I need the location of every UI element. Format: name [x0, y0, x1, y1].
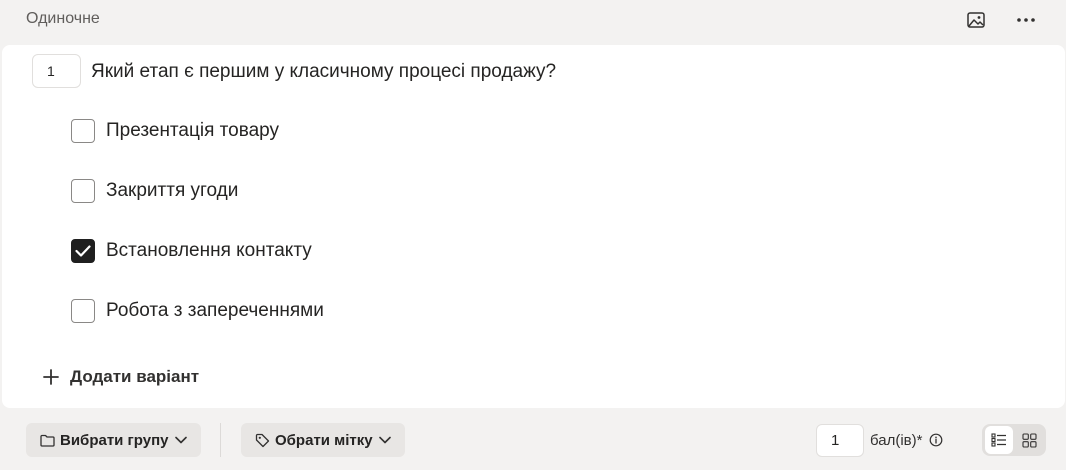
select-tag-button[interactable]: Обрати мітку	[241, 423, 405, 457]
question-header: Одиночне	[0, 0, 1066, 40]
footer-divider	[220, 423, 221, 457]
question-card: 1 Який етап є першим у класичному процес…	[2, 45, 1065, 408]
option-checkbox[interactable]	[71, 179, 95, 203]
image-icon[interactable]	[965, 9, 987, 31]
tag-icon	[255, 433, 270, 447]
select-group-button[interactable]: Вибрати групу	[26, 423, 201, 457]
more-options-icon[interactable]	[1015, 9, 1037, 31]
chevron-down-icon	[174, 436, 187, 444]
select-group-label: Вибрати групу	[60, 431, 169, 449]
view-toggle	[982, 424, 1046, 456]
checkmark-icon	[75, 245, 91, 257]
plus-icon	[43, 369, 59, 385]
add-option-button[interactable]: Додати варіант	[42, 367, 199, 387]
question-type-label: Одиночне	[26, 10, 100, 27]
option-1[interactable]: Презентація товару	[71, 118, 279, 144]
list-view-icon	[991, 433, 1006, 447]
grid-view-button[interactable]	[1015, 426, 1043, 454]
grid-view-icon	[1021, 432, 1037, 448]
option-checkbox[interactable]	[71, 119, 95, 143]
option-checkbox[interactable]	[71, 299, 95, 323]
info-icon[interactable]	[929, 433, 943, 447]
select-tag-label: Обрати мітку	[275, 431, 373, 449]
add-option-label: Додати варіант	[70, 367, 200, 386]
chevron-down-icon	[378, 436, 391, 444]
option-label: Закриття угоди	[106, 180, 239, 201]
option-checkbox-checked[interactable]	[71, 239, 95, 263]
option-label: Робота з запереченнями	[106, 300, 324, 321]
option-label: Встановлення контакту	[106, 240, 312, 261]
option-4[interactable]: Робота з запереченнями	[71, 298, 324, 324]
option-3[interactable]: Встановлення контакту	[71, 238, 312, 264]
folder-icon	[40, 434, 55, 447]
points-input[interactable]: 1	[816, 424, 864, 457]
list-view-button[interactable]	[985, 426, 1013, 454]
option-label: Презентація товару	[106, 120, 280, 141]
points-label: бал(ів)*	[870, 432, 923, 449]
question-number-field[interactable]: 1	[32, 54, 81, 88]
option-2[interactable]: Закриття угоди	[71, 178, 238, 204]
question-text[interactable]: Який етап є першим у класичному процесі …	[91, 61, 556, 83]
